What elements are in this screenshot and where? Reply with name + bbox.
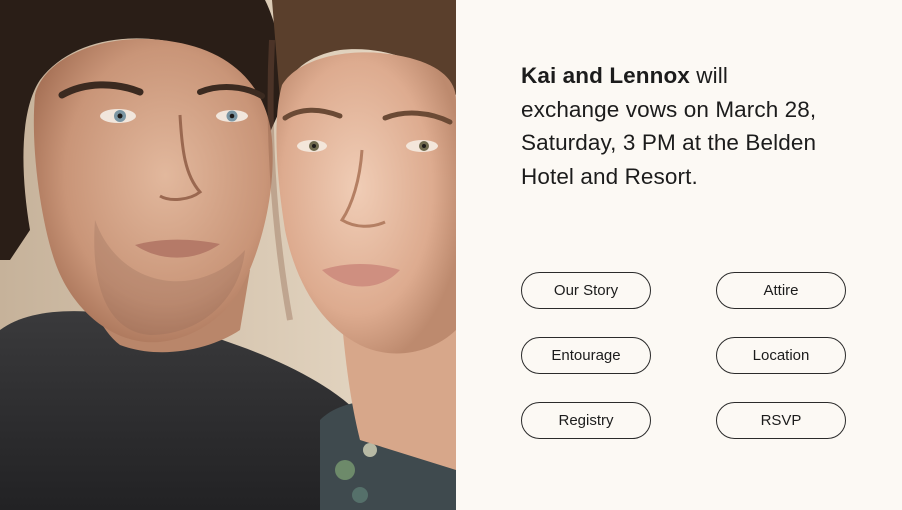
- page: Kai and Lennox will exchange vows on Mar…: [0, 0, 902, 510]
- info-panel: Kai and Lennox will exchange vows on Mar…: [456, 0, 902, 510]
- entourage-button[interactable]: Entourage: [521, 337, 651, 374]
- attire-button[interactable]: Attire: [716, 272, 846, 309]
- rsvp-button[interactable]: RSVP: [716, 402, 846, 439]
- wedding-announcement: Kai and Lennox will exchange vows on Mar…: [521, 59, 831, 193]
- location-button[interactable]: Location: [716, 337, 846, 374]
- registry-button[interactable]: Registry: [521, 402, 651, 439]
- couple-names: Kai and Lennox: [521, 63, 690, 88]
- wedding-nav: Our Story Attire Entourage Location Regi…: [521, 272, 847, 439]
- couple-photo: [0, 0, 456, 510]
- our-story-button[interactable]: Our Story: [521, 272, 651, 309]
